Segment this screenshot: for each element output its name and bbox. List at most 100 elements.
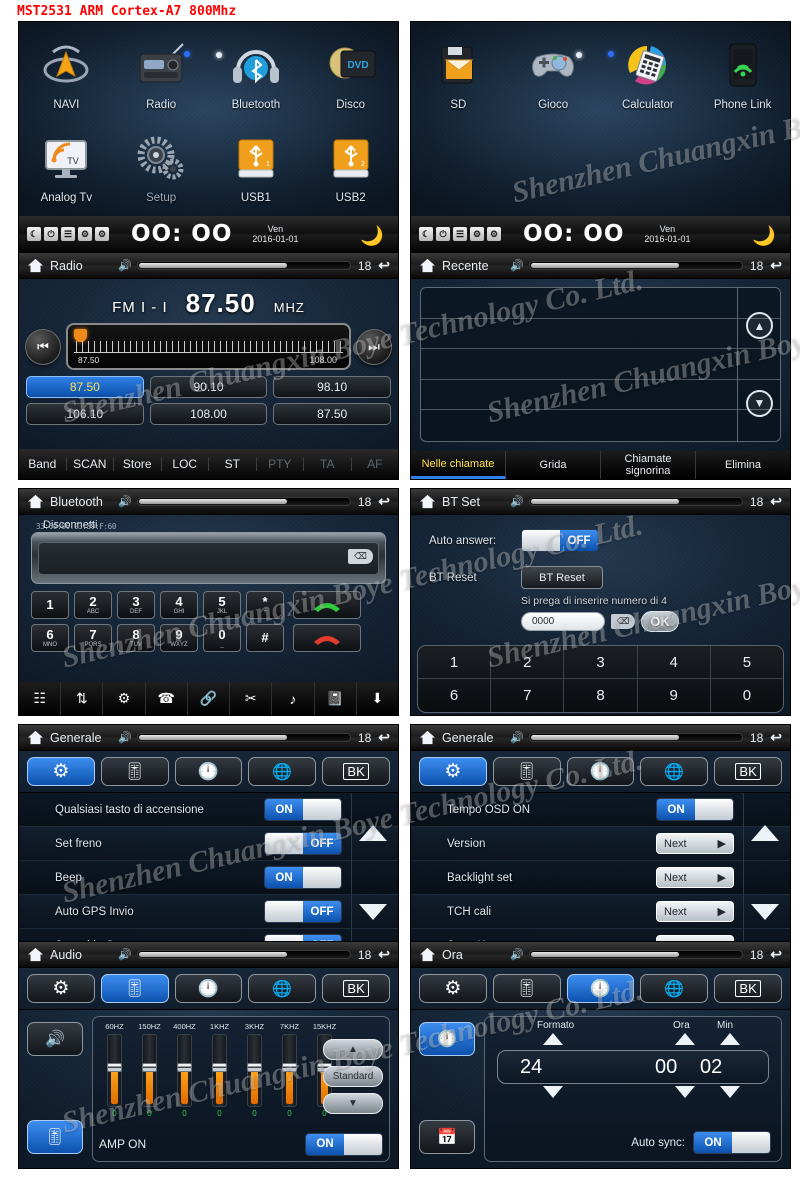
home-icon[interactable] <box>419 947 436 962</box>
backspace-icon[interactable]: ⌫ <box>348 549 373 564</box>
eq-thumb[interactable] <box>107 1063 122 1073</box>
numpad-7[interactable]: 7 <box>491 679 565 712</box>
loudspeaker-icon[interactable]: 🔊 <box>27 1022 83 1056</box>
key-6[interactable]: 6 MNO <box>31 624 69 652</box>
back-button[interactable]: ↩ <box>770 493 782 510</box>
calendar-icon[interactable]: 📅 <box>419 1120 475 1154</box>
speaker-icon[interactable]: 🔊 <box>510 495 524 508</box>
tab-incoming-calls[interactable]: Nelle chiamate <box>411 451 506 479</box>
tab-time[interactable]: 🕛 <box>566 757 635 786</box>
tab-audio[interactable]: 🎚 <box>492 974 561 1003</box>
handover-icon[interactable]: ☎ <box>146 682 188 715</box>
radio-tab-pty[interactable]: PTY <box>257 457 304 471</box>
tab-time[interactable]: 🕛 <box>566 974 635 1003</box>
setting-row[interactable]: Version Next ▶ <box>411 827 790 861</box>
list-item[interactable] <box>421 288 780 319</box>
setting-row[interactable]: Backlight set Next ▶ <box>411 861 790 895</box>
preset-button[interactable]: 98.10 <box>273 376 392 398</box>
preset-button[interactable]: 108.00 <box>149 403 268 425</box>
volume-slider[interactable] <box>528 950 743 959</box>
speaker-icon[interactable]: 🔊 <box>118 948 132 961</box>
radio-tab-scan[interactable]: SCAN <box>67 457 114 471</box>
settings-icon[interactable]: ⚙ <box>103 682 146 715</box>
setting-toggle[interactable]: OFF <box>264 900 342 923</box>
key-3[interactable]: 3 DEF <box>117 591 155 619</box>
numpad-4[interactable]: 4 <box>637 646 711 679</box>
numpad-5[interactable]: 5 <box>710 646 783 679</box>
next-button[interactable]: Next ▶ <box>656 867 734 888</box>
speaker-icon[interactable]: 🔊 <box>118 731 132 744</box>
phonebook-icon[interactable]: 📓 <box>315 682 357 715</box>
power-icon[interactable]: ⏻ <box>436 227 450 241</box>
app-icon-usb2[interactable]: 2 USB2 <box>303 121 398 204</box>
radio-tab-af[interactable]: AF <box>352 457 399 471</box>
format-value[interactable]: 24 <box>520 1056 542 1079</box>
next-station-button[interactable]: ⏭ <box>356 328 392 365</box>
radio-tab-band[interactable]: Band <box>19 457 67 471</box>
volume-slider[interactable] <box>136 950 351 959</box>
eq-thumb[interactable] <box>177 1063 192 1073</box>
key-5[interactable]: 5 JKL <box>203 591 241 619</box>
transfer-icon[interactable]: ⇅ <box>61 682 104 715</box>
download-icon[interactable]: ⬇ <box>357 682 398 715</box>
back-button[interactable]: ↩ <box>378 946 390 963</box>
key-hash[interactable]: # <box>246 624 284 652</box>
tools-icon[interactable]: ⚙ <box>487 227 501 241</box>
eq-band[interactable]: 1KHZ 0 <box>204 1022 235 1118</box>
tab-general[interactable]: ⚙ <box>27 757 95 786</box>
eq-band[interactable]: 400HZ 0 <box>169 1022 200 1118</box>
bt-music-icon[interactable]: ♪ <box>272 682 315 715</box>
tab-audio[interactable]: 🎚 <box>100 757 169 786</box>
chevron-down-icon[interactable]: ▼ <box>746 389 773 417</box>
speaker-icon[interactable]: 🔊 <box>510 259 524 272</box>
radio-tab-loc[interactable]: LOC <box>162 457 209 471</box>
app-icon-sd[interactable]: SD <box>411 28 506 111</box>
home-icon[interactable] <box>27 494 44 509</box>
bt-reset-button[interactable]: BT Reset <box>521 566 603 589</box>
numpad-1[interactable]: 1 <box>418 646 492 679</box>
chevron-up-icon[interactable] <box>358 824 387 841</box>
eq-thumb[interactable] <box>212 1063 227 1073</box>
chevron-down-icon[interactable] <box>750 903 779 920</box>
tab-time[interactable]: 🕛 <box>174 974 243 1003</box>
tab-bk[interactable]: BK <box>714 757 782 786</box>
key-9[interactable]: 9 WXYZ <box>160 624 198 652</box>
eq-thumb[interactable] <box>247 1063 262 1073</box>
tools-icon[interactable]: ⚙ <box>95 227 109 241</box>
back-button[interactable]: ↩ <box>770 257 782 274</box>
app-icon-radio[interactable]: Radio <box>114 28 209 111</box>
key-0[interactable]: 0 _ <box>203 624 241 652</box>
format-down-icon[interactable] <box>543 1086 563 1098</box>
key-7[interactable]: 7 PQRS <box>74 624 112 652</box>
tab-language[interactable]: 🌐 <box>640 974 709 1003</box>
power-icon[interactable]: ⏻ <box>44 227 58 241</box>
eq-slider[interactable] <box>107 1034 122 1107</box>
eq-band[interactable]: 7KHZ 0 <box>274 1022 305 1118</box>
tab-delete[interactable]: Elimina <box>696 451 790 479</box>
tab-language[interactable]: 🌐 <box>248 757 317 786</box>
tab-audio[interactable]: 🎚 <box>492 757 561 786</box>
preset-button[interactable]: 106.10 <box>26 403 144 425</box>
number-input-field[interactable]: 33:60:06:03:39:F:60 ⌫ <box>31 522 386 584</box>
eq-band[interactable]: 3KHZ 0 <box>239 1022 270 1118</box>
tab-bk[interactable]: BK <box>714 974 782 1003</box>
hour-value[interactable]: 00 <box>655 1056 677 1079</box>
preset-button[interactable]: 87.50 <box>26 376 144 398</box>
setting-toggle[interactable]: ON <box>264 866 342 889</box>
bluetooth-icon[interactable]: ☾ <box>419 227 433 241</box>
pin-input[interactable]: 0000 <box>521 612 605 631</box>
ok-button[interactable]: OK <box>641 611 679 632</box>
tab-outgoing-calls[interactable]: Grida <box>506 451 601 479</box>
call-list[interactable] <box>420 287 781 442</box>
key-4[interactable]: 4 GHI <box>160 591 198 619</box>
minute-up-icon[interactable] <box>720 1033 740 1045</box>
eq-thumb[interactable] <box>282 1063 297 1073</box>
tab-time[interactable]: 🕛 <box>174 757 243 786</box>
chevron-down-icon[interactable] <box>358 903 387 920</box>
eq-thumb[interactable] <box>142 1063 157 1073</box>
volume-slider[interactable] <box>528 497 743 506</box>
preset-button[interactable]: 87.50 <box>273 403 392 425</box>
list-item[interactable] <box>421 349 780 380</box>
moon-icon[interactable]: 🌙 <box>752 224 776 248</box>
next-button[interactable]: Next ▶ <box>656 833 734 854</box>
